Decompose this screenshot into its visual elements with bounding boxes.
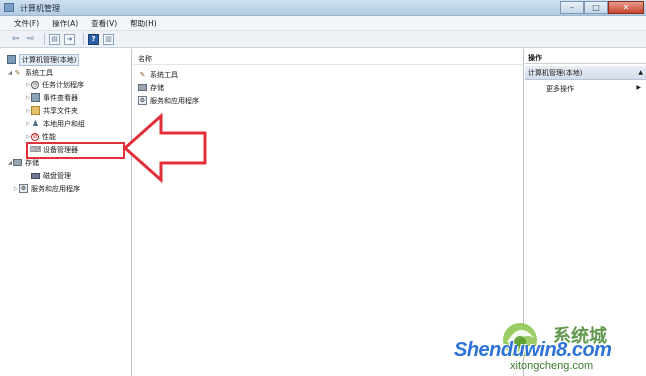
watermark-site: xitongcheng.com bbox=[510, 360, 594, 372]
list-item-label: 存储 bbox=[150, 83, 164, 92]
actions-group-header[interactable]: 计算机管理(本地) ▲ bbox=[525, 66, 646, 80]
performance-icon: ⊘ bbox=[31, 132, 39, 141]
back-arrow-icon[interactable]: ⇦ bbox=[10, 34, 21, 45]
toolbar-divider bbox=[44, 33, 45, 45]
services-icon: ⚙ bbox=[138, 96, 147, 105]
close-button[interactable]: ✕ bbox=[608, 1, 644, 14]
list-item[interactable]: ✎ 系统工具 bbox=[138, 69, 178, 80]
tree-item-shared-folders[interactable]: ▷ 共享文件夹 bbox=[25, 105, 78, 116]
forward-arrow-icon[interactable]: ⇨ bbox=[25, 34, 36, 45]
help-icon[interactable]: ? bbox=[88, 33, 99, 45]
window-controls: – □ ✕ bbox=[560, 1, 644, 14]
tree-item-label: 存储 bbox=[25, 158, 39, 167]
tree-item-services[interactable]: ▷ ⚙ 服务和应用程序 bbox=[13, 183, 80, 194]
more-actions-item[interactable]: 更多操作 bbox=[546, 84, 574, 94]
tree-item-label: 性能 bbox=[42, 132, 56, 141]
services-icon: ⚙ bbox=[19, 184, 28, 193]
watermark-en: Shenduwin8.com bbox=[454, 339, 612, 361]
list-item[interactable]: 存储 bbox=[138, 82, 164, 93]
tree-item-task-scheduler[interactable]: ▷ ◷ 任务计划程序 bbox=[25, 79, 84, 90]
tree-item-label: 磁盘管理 bbox=[43, 171, 71, 180]
content-list: 名称 ✎ 系统工具 存储 ⚙ 服务和应用程序 bbox=[133, 49, 524, 376]
navigation-tree: 计算机管理(本地) ◢ ✎ 系统工具 ▷ ◷ 任务计划程序 ▷ 事件查看器 ▷ … bbox=[5, 49, 132, 376]
computer-management-icon bbox=[4, 3, 14, 12]
menu-file[interactable]: 文件(F) bbox=[14, 18, 39, 29]
actions-header: 操作 bbox=[525, 53, 646, 64]
tree-item-event-viewer[interactable]: ▷ 事件查看器 bbox=[25, 92, 78, 103]
storage-icon bbox=[13, 159, 22, 166]
users-icon: ♟ bbox=[31, 119, 40, 128]
menu-view[interactable]: 查看(V) bbox=[91, 18, 117, 29]
export-list-icon[interactable]: ➜ bbox=[64, 33, 75, 45]
show-hide-tree-icon[interactable]: ▤ bbox=[49, 33, 60, 45]
tree-item-label: 系统工具 bbox=[25, 68, 53, 77]
minimize-button[interactable]: – bbox=[560, 1, 584, 14]
title-bar: 计算机管理 – □ ✕ bbox=[0, 0, 646, 16]
tree-item-label: 事件查看器 bbox=[43, 93, 78, 102]
tree-item-label: 本地用户和组 bbox=[43, 119, 85, 128]
window-title: 计算机管理 bbox=[20, 4, 60, 13]
computer-icon bbox=[7, 55, 16, 64]
actions-group-label: 计算机管理(本地) bbox=[528, 69, 583, 77]
list-item-label: 系统工具 bbox=[150, 70, 178, 79]
list-item[interactable]: ⚙ 服务和应用程序 bbox=[138, 95, 199, 106]
collapse-caret-icon[interactable]: ▲ bbox=[638, 66, 643, 80]
toolbar: ⇦ ⇨ ▤ ➜ ? ▥ bbox=[0, 31, 646, 48]
tree-item-local-users[interactable]: ▷ ♟ 本地用户和组 bbox=[25, 118, 85, 129]
menu-help[interactable]: 帮助(H) bbox=[130, 18, 157, 29]
event-log-icon bbox=[31, 93, 40, 102]
disk-icon bbox=[31, 172, 40, 179]
maximize-button[interactable]: □ bbox=[584, 1, 608, 14]
tree-item-label: 共享文件夹 bbox=[43, 106, 78, 115]
tools-icon: ✎ bbox=[14, 68, 21, 77]
tools-icon: ✎ bbox=[139, 70, 146, 79]
menu-action[interactable]: 操作(A) bbox=[52, 18, 78, 29]
tree-item-disk-management[interactable]: 磁盘管理 bbox=[31, 170, 71, 181]
pointer-arrow-icon bbox=[123, 113, 207, 183]
toolbar-divider bbox=[83, 33, 84, 45]
tree-root-label: 计算机管理(本地) bbox=[19, 53, 80, 66]
properties-icon[interactable]: ▥ bbox=[103, 33, 114, 45]
tree-item-label: 任务计划程序 bbox=[42, 80, 84, 89]
tree-item-label: 服务和应用程序 bbox=[31, 184, 80, 193]
highlight-box bbox=[26, 142, 125, 159]
shared-folder-icon bbox=[31, 106, 40, 115]
list-item-label: 服务和应用程序 bbox=[150, 96, 199, 105]
tree-item-performance[interactable]: ▷ ⊘ 性能 bbox=[25, 131, 56, 142]
menu-bar: 文件(F) 操作(A) 查看(V) 帮助(H) bbox=[0, 16, 646, 31]
submenu-arrow-icon: ▶ bbox=[636, 84, 641, 91]
tree-item-system-tools[interactable]: ◢ ✎ 系统工具 bbox=[7, 67, 53, 78]
storage-icon bbox=[138, 84, 147, 91]
tree-root[interactable]: 计算机管理(本地) bbox=[7, 53, 80, 66]
column-header-name[interactable]: 名称 bbox=[133, 53, 523, 65]
clock-icon: ◷ bbox=[31, 80, 39, 89]
